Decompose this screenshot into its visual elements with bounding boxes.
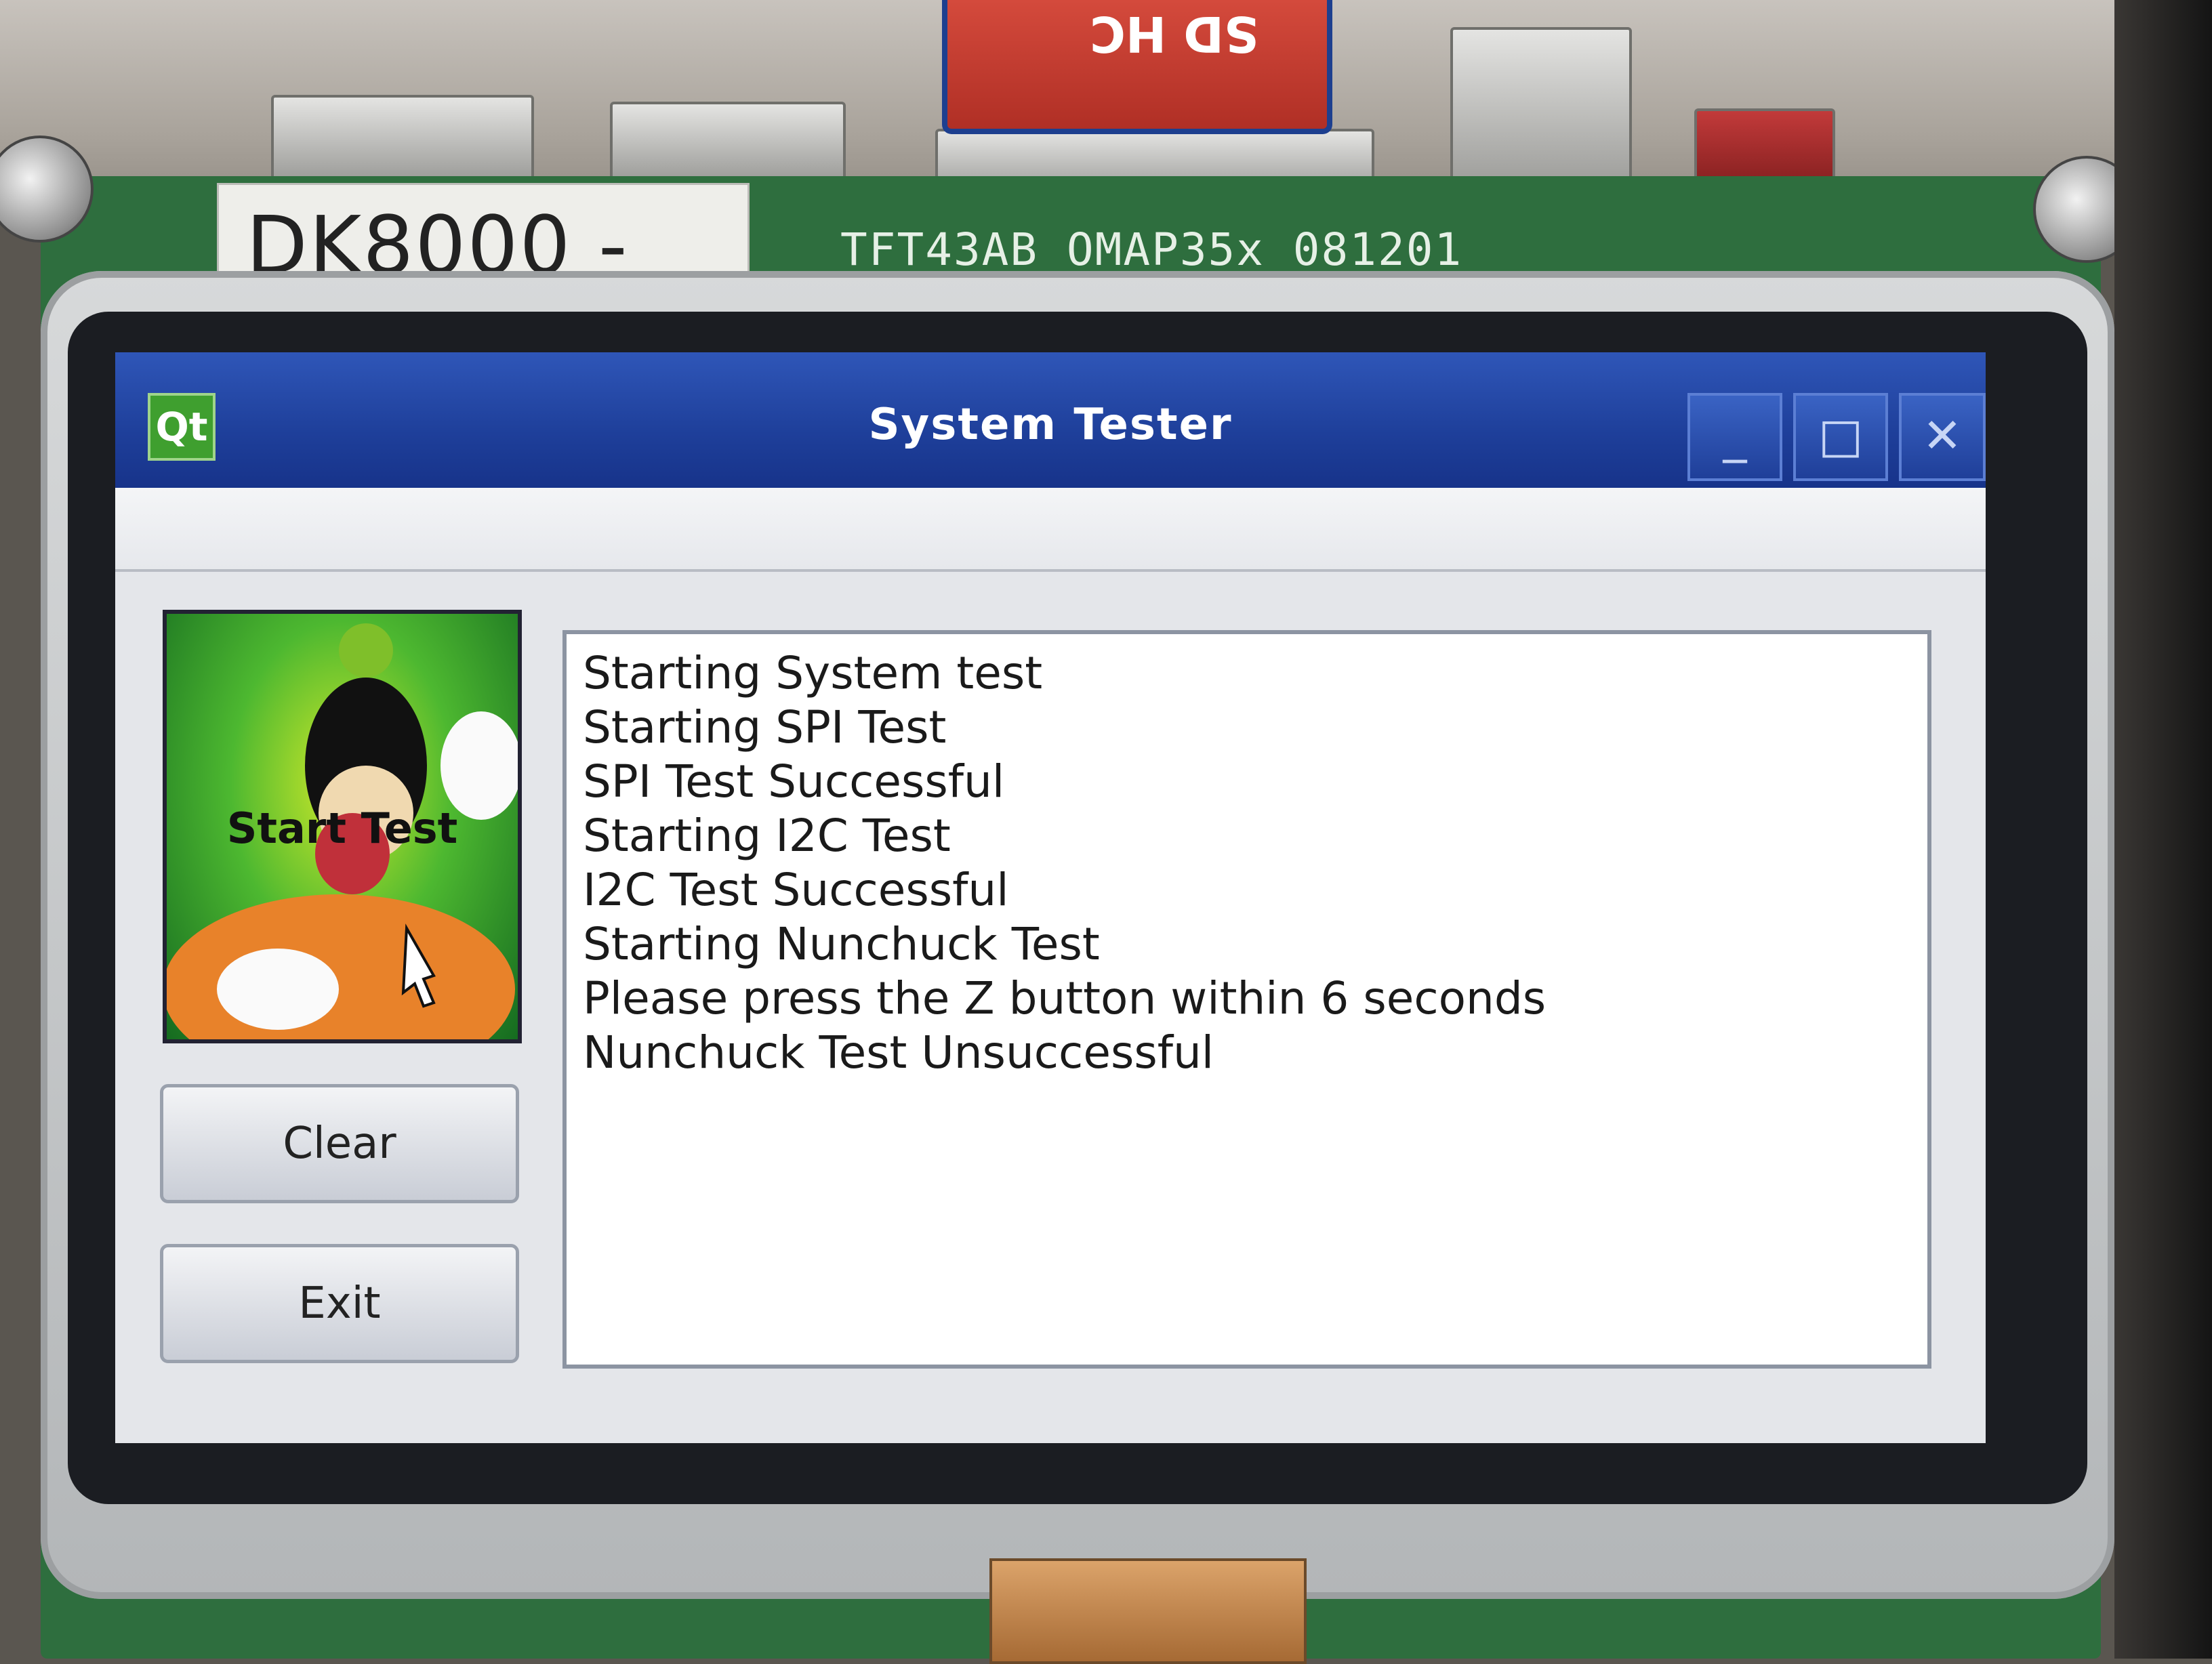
audio-jack — [1450, 27, 1632, 188]
test-log-textarea[interactable]: Starting System test Starting SPI Test S… — [562, 630, 1931, 1369]
sd-logo: SD HC — [1090, 5, 1259, 62]
usb-connector — [610, 102, 846, 182]
log-line: Starting System test — [583, 647, 1043, 699]
exit-button[interactable]: Exit — [160, 1244, 519, 1363]
pcb-silkscreen: TFT43AB_OMAP35x 081201 — [840, 224, 1463, 276]
usb-connector — [271, 95, 534, 182]
menu-strip — [115, 488, 1986, 572]
log-line: SPI Test Successful — [583, 755, 1005, 808]
log-line: Starting SPI Test — [583, 701, 947, 753]
sd-card: SD HC — [942, 0, 1332, 134]
log-line: Nunchuck Test Unsuccessful — [583, 1026, 1214, 1079]
clear-button[interactable]: Clear — [160, 1084, 519, 1203]
system-tester-window: Qt System Tester _ □ ✕ Start Test Clear … — [115, 352, 1986, 1443]
log-line: Please press the Z button within 6 secon… — [583, 972, 1547, 1024]
log-line: I2C Test Successful — [583, 864, 1009, 916]
start-test-label: Start Test — [226, 804, 458, 853]
start-test-button[interactable]: Start Test — [163, 610, 522, 1043]
minimize-button[interactable]: _ — [1687, 393, 1782, 481]
close-button[interactable]: ✕ — [1899, 393, 1986, 481]
log-line: Starting Nunchuck Test — [583, 918, 1100, 970]
title-bar[interactable]: Qt System Tester _ □ ✕ — [115, 352, 1986, 488]
maximize-button[interactable]: □ — [1793, 393, 1888, 481]
log-line: Starting I2C Test — [583, 810, 951, 862]
flex-connector — [989, 1558, 1307, 1664]
background-edge — [2114, 0, 2212, 1659]
